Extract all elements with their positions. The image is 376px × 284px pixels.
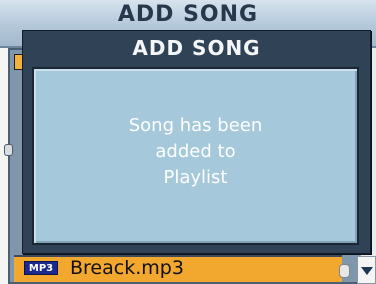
song-name: Breack.mp3	[70, 257, 184, 279]
scroll-down-button[interactable]	[357, 256, 376, 284]
dialog-title: ADD SONG	[132, 36, 261, 60]
left-scroll-knob[interactable]	[4, 144, 13, 156]
row-scroll-knob[interactable]	[339, 264, 350, 278]
dialog-message-line-1: Song has been	[128, 115, 263, 136]
dialog-message: Song has been added to Playlist	[34, 113, 357, 191]
triangle-down-icon	[361, 267, 373, 275]
background-title: ADD SONG	[117, 2, 259, 27]
dialog-message-line-2: added to	[155, 141, 236, 162]
mp3-format-badge: MP3	[24, 261, 58, 275]
add-song-dialog: ADD SONG Song has been added to Playlist	[22, 30, 371, 254]
dialog-message-line-3: Playlist	[163, 167, 228, 188]
screen: ADD SONG MP3 Breack.mp3 ADD SONG Song ha…	[0, 0, 376, 284]
dialog-body: Song has been added to Playlist	[32, 67, 359, 245]
